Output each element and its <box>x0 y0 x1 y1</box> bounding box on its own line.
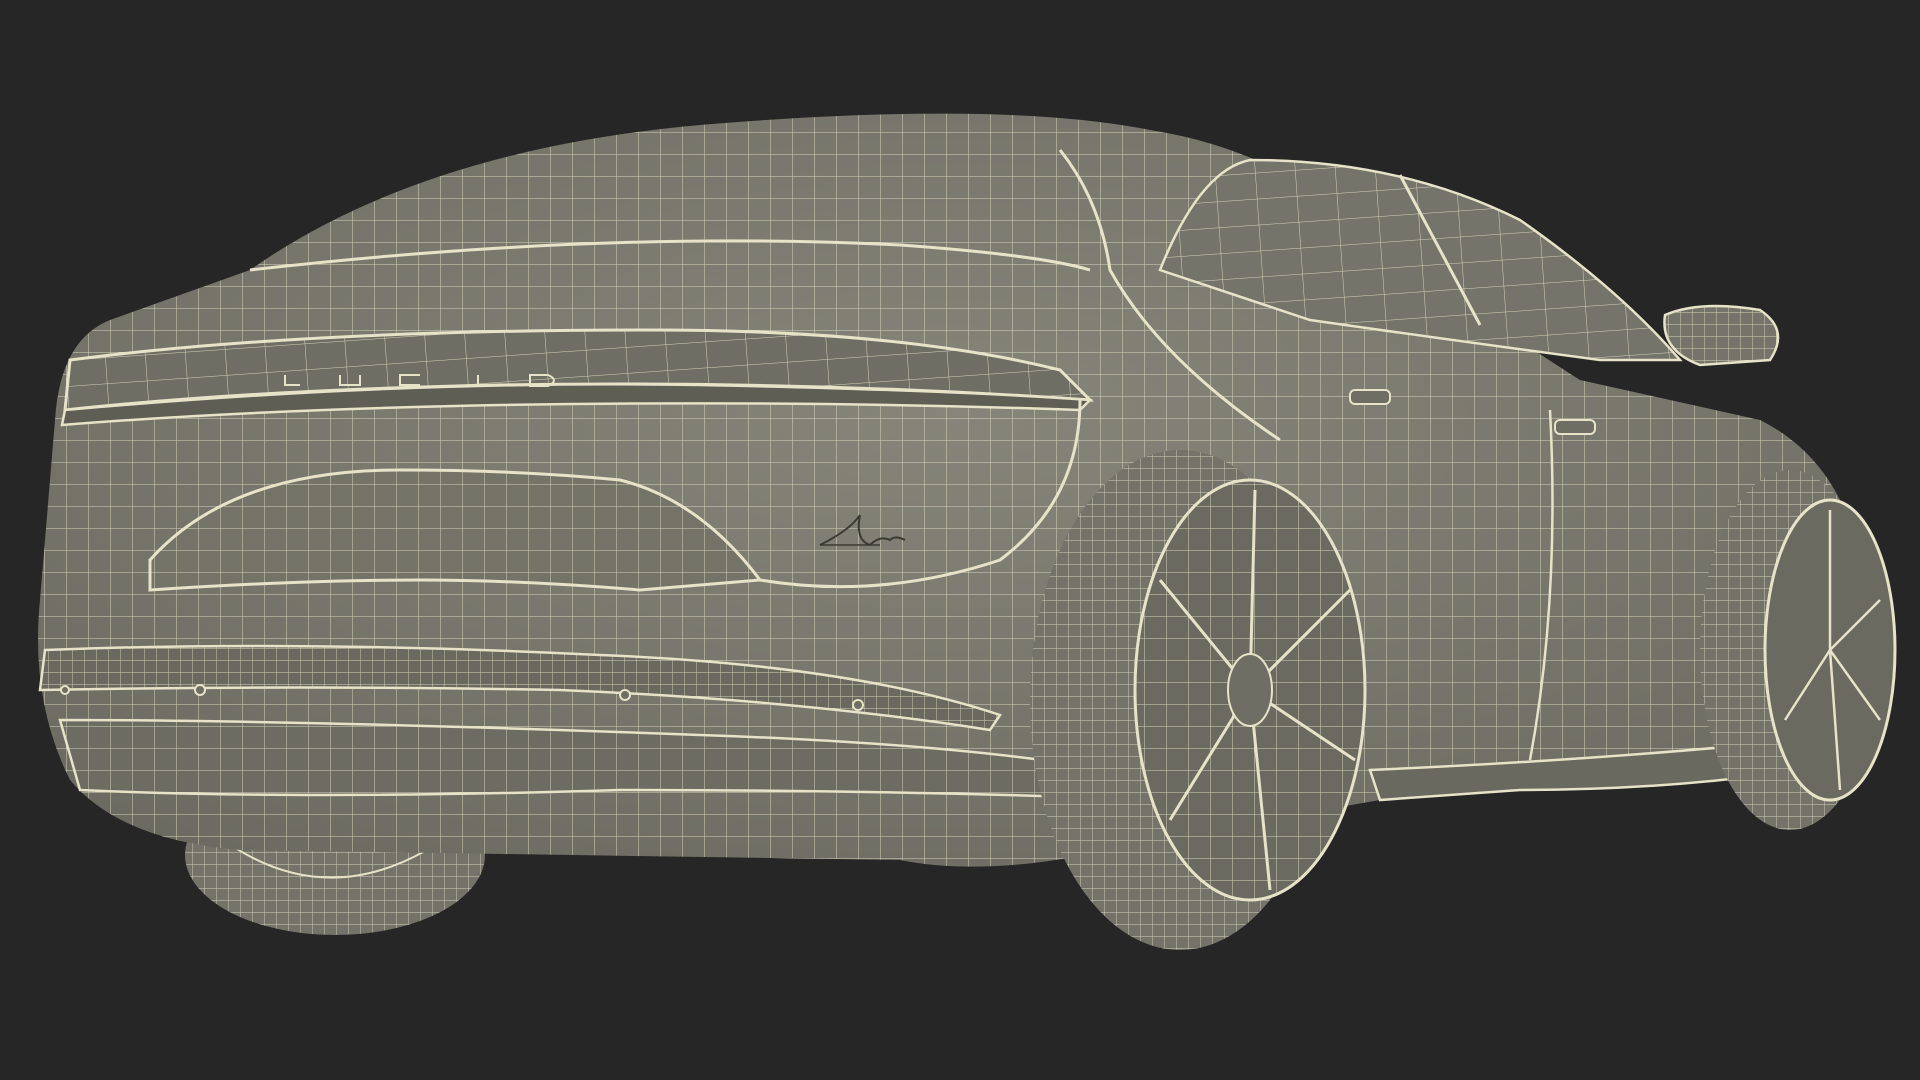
front-door-handle <box>1554 419 1596 435</box>
front-right-wheel <box>1700 470 1897 830</box>
render-viewport <box>0 0 1920 1080</box>
side-mirror <box>1663 304 1780 367</box>
rear-right-wheel <box>1030 450 1367 950</box>
car-wireframe-render <box>38 113 1897 950</box>
car-body <box>38 113 1870 867</box>
rear-door-handle <box>1349 389 1391 405</box>
